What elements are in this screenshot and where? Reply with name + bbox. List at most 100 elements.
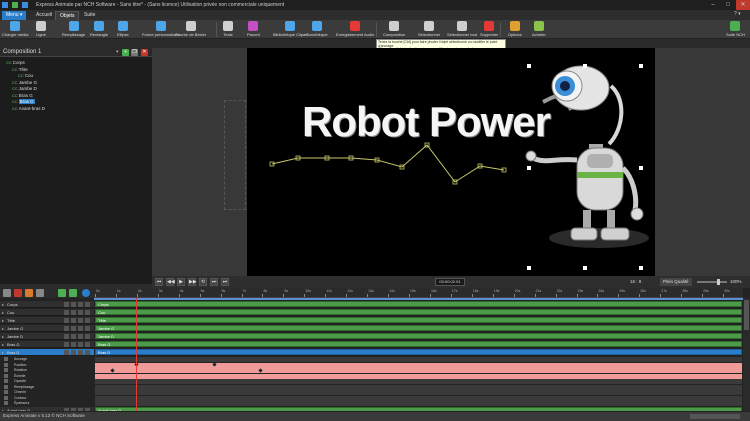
property-lane[interactable] bbox=[95, 395, 742, 401]
toolbar-sound-library-button[interactable]: Sonothèque bbox=[306, 21, 328, 37]
audio-icon[interactable] bbox=[78, 326, 83, 331]
property-lane[interactable] bbox=[95, 401, 742, 406]
track-header[interactable]: ▸ Jambe G bbox=[0, 325, 94, 332]
copy-composition-icon[interactable]: ❐ bbox=[131, 49, 138, 56]
audio-icon[interactable] bbox=[78, 342, 83, 347]
tab-menu[interactable]: Menu ▾ bbox=[2, 11, 27, 20]
toolbar-custom-shape-button[interactable]: Forme personnalisée bbox=[142, 21, 180, 37]
visibility-icon[interactable] bbox=[64, 326, 69, 331]
add-composition-icon[interactable]: + bbox=[122, 49, 129, 56]
keyframe-toggle-icon[interactable] bbox=[4, 379, 8, 383]
track-clip[interactable]: Corps bbox=[95, 301, 742, 307]
visibility-icon[interactable] bbox=[64, 350, 69, 355]
chevron-down-icon[interactable]: ▾ bbox=[116, 49, 119, 55]
property-row[interactable]: Chemin bbox=[0, 390, 94, 395]
play-button[interactable]: ▶ bbox=[177, 278, 185, 286]
track-clip[interactable]: Cou bbox=[95, 309, 742, 315]
time-ruler[interactable]: 0s 1s 2s 3s 4s 5s 6s 7s 8s 9s 10s 11s 12s 13s 14s 15s 16… bbox=[94, 288, 743, 298]
tree-item[interactable]: CC Bras D bbox=[12, 99, 35, 104]
tree-item[interactable]: CCAvant-bras D bbox=[12, 106, 45, 111]
stage[interactable]: Robot Power bbox=[247, 48, 655, 276]
tab-suite[interactable]: Suite bbox=[80, 11, 99, 20]
keyframe-toggle-icon[interactable] bbox=[4, 357, 8, 361]
nch-suite-button[interactable]: Suite NCH bbox=[726, 21, 745, 37]
help-icon[interactable] bbox=[82, 289, 90, 297]
track-header[interactable]: ▸ Jambe D bbox=[0, 333, 94, 340]
move-up-icon[interactable] bbox=[58, 289, 66, 297]
lock-icon[interactable] bbox=[71, 310, 76, 315]
expand-icon[interactable]: ▸ bbox=[2, 341, 4, 348]
property-row[interactable]: Rotation bbox=[0, 368, 94, 373]
toolbar-record-button[interactable]: Enregistrement Audio bbox=[336, 21, 374, 37]
tree-item[interactable]: CCCou bbox=[18, 73, 33, 78]
expand-icon[interactable]: ▸ bbox=[2, 333, 4, 340]
keyframe-toggle-icon[interactable] bbox=[4, 384, 8, 389]
track-clip[interactable]: Bras G bbox=[95, 341, 742, 347]
quick-undo-icon[interactable] bbox=[22, 2, 28, 8]
audio-icon[interactable] bbox=[78, 334, 83, 339]
audio-icon[interactable] bbox=[78, 318, 83, 323]
settings-icon[interactable] bbox=[36, 289, 44, 297]
toolbar-pattern-button[interactable]: Panorit bbox=[247, 21, 260, 37]
visibility-icon[interactable] bbox=[64, 302, 69, 307]
tree-item[interactable]: CCJambe G bbox=[12, 80, 37, 85]
lock-icon[interactable] bbox=[71, 334, 76, 339]
track-clip[interactable]: Tête bbox=[95, 317, 742, 323]
property-lane[interactable] bbox=[95, 390, 742, 395]
track-header[interactable]: ▸ Bras G bbox=[0, 341, 94, 348]
track-clip[interactable]: Bras D bbox=[95, 349, 742, 355]
expand-icon[interactable]: ▸ bbox=[2, 349, 4, 356]
quality-select[interactable]: Plein Qualité bbox=[660, 278, 692, 286]
previous-frame-button[interactable]: ◀◀ bbox=[166, 278, 175, 286]
aspect-ratio[interactable]: 16 : 9 bbox=[630, 278, 641, 286]
lock-icon[interactable] bbox=[71, 318, 76, 323]
zoom-slider[interactable] bbox=[697, 279, 727, 285]
keyframe-toggle-icon[interactable] bbox=[4, 401, 8, 405]
tree-item[interactable]: CCCorps bbox=[6, 60, 25, 65]
tab-accueil[interactable]: Accueil bbox=[32, 11, 56, 20]
timecode-display[interactable]: 00:00:02.01 bbox=[435, 278, 465, 286]
loop-button[interactable]: ⟲ bbox=[199, 278, 207, 286]
solo-icon[interactable] bbox=[85, 326, 90, 331]
lock-icon[interactable] bbox=[71, 350, 76, 355]
property-lane[interactable] bbox=[95, 357, 742, 362]
keyframe-toggle-icon[interactable] bbox=[4, 395, 8, 400]
property-row[interactable]: Ancrage bbox=[0, 357, 94, 362]
skip-button[interactable]: ⏭ bbox=[221, 278, 229, 286]
audio-icon[interactable] bbox=[78, 302, 83, 307]
keyframe-toggle-icon[interactable] bbox=[4, 368, 8, 372]
horizontal-scrollbar[interactable] bbox=[690, 414, 740, 419]
zoom-slider-handle[interactable] bbox=[717, 279, 720, 285]
toolbar-text-button[interactable]: Texte bbox=[223, 21, 233, 37]
audio-icon[interactable] bbox=[78, 350, 83, 355]
expand-icon[interactable]: ▸ bbox=[2, 309, 4, 316]
robot-illustration[interactable] bbox=[515, 60, 655, 270]
expand-icon[interactable]: ▸ bbox=[2, 301, 4, 308]
motion-icon[interactable] bbox=[25, 289, 33, 297]
toolbar-select-button[interactable]: Sélectionner bbox=[418, 21, 440, 37]
property-lane[interactable] bbox=[95, 379, 742, 384]
tree-item[interactable]: CCBras G bbox=[12, 93, 33, 98]
property-lane[interactable] bbox=[95, 368, 742, 373]
property-lane[interactable] bbox=[95, 362, 742, 368]
toolbar-select-all-button[interactable]: Sélectionner tout bbox=[447, 21, 477, 37]
close-icon[interactable]: ✕ bbox=[736, 0, 750, 10]
property-row[interactable]: Échelle bbox=[0, 373, 94, 379]
solo-icon[interactable] bbox=[85, 342, 90, 347]
property-lane[interactable] bbox=[95, 384, 742, 390]
track-header[interactable]: ▸ Bras D bbox=[0, 349, 94, 356]
toolbar-fill-button[interactable]: Remplissage bbox=[62, 21, 85, 37]
timeline-tool-icon[interactable] bbox=[3, 289, 11, 297]
lock-icon[interactable] bbox=[71, 302, 76, 307]
tree-item[interactable]: CCJambe D bbox=[12, 86, 37, 91]
quick-save-icon[interactable] bbox=[12, 2, 18, 8]
audio-icon[interactable] bbox=[78, 310, 83, 315]
move-down-icon[interactable] bbox=[69, 289, 77, 297]
maximize-icon[interactable]: □ bbox=[721, 0, 735, 10]
solo-icon[interactable] bbox=[85, 310, 90, 315]
expand-icon[interactable]: ▸ bbox=[2, 317, 4, 324]
property-lane[interactable] bbox=[95, 373, 742, 379]
property-row[interactable]: Position bbox=[0, 362, 94, 368]
playhead[interactable] bbox=[136, 298, 137, 411]
toolbar-buy-button[interactable]: Acheter bbox=[532, 21, 546, 37]
